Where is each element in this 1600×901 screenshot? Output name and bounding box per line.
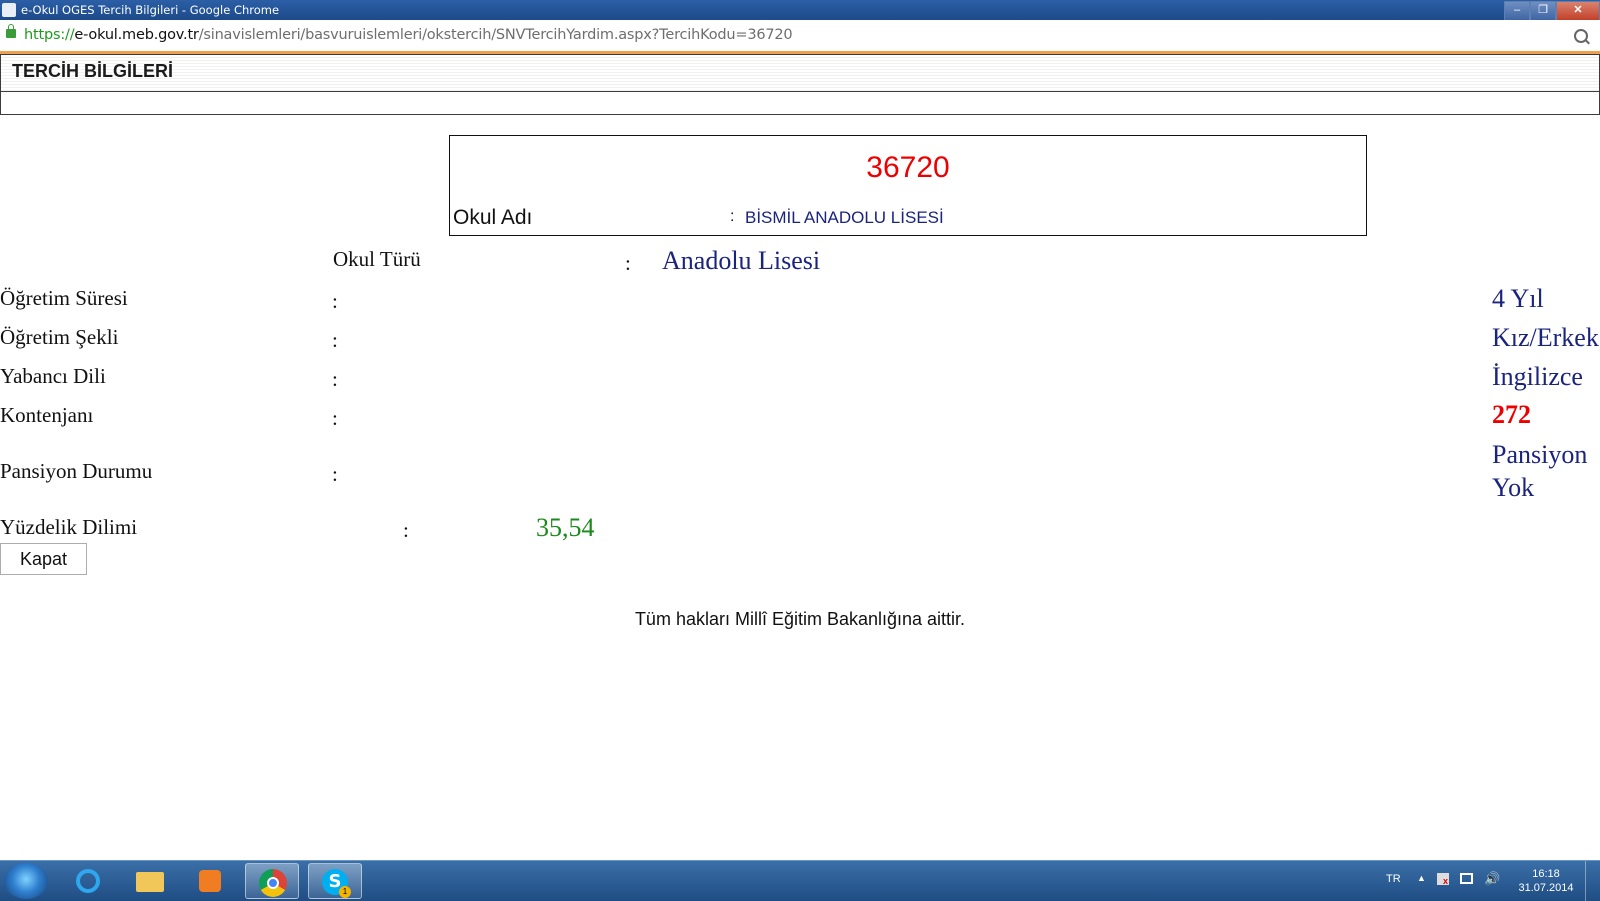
- clock-time: 16:18: [1532, 868, 1560, 880]
- copyright-footer: Tüm hakları Millî Eğitim Bakanlığına ait…: [634, 609, 966, 629]
- quota-label: Kontenjanı: [0, 403, 94, 427]
- page-header: TERCİH BİLGİLERİ: [0, 54, 1600, 92]
- preference-code: 36720: [866, 151, 950, 184]
- education-type-label: Öğretim Şekli: [0, 325, 119, 349]
- url-host: e-okul.meb.gov.tr: [74, 27, 199, 43]
- taskbar-explorer[interactable]: [123, 863, 177, 899]
- duration-label: Öğretim Süresi: [0, 286, 128, 310]
- boarding-value-line1: Pansiyon: [1492, 440, 1588, 469]
- taskbar: S 1 TR ▲ 🔊 16:18 31.07.2014: [0, 860, 1600, 901]
- maximize-button[interactable]: ❐: [1530, 1, 1556, 21]
- boarding-value-line2: Yok: [1492, 473, 1535, 502]
- boarding-colon: :: [332, 462, 338, 486]
- page-title: TERCİH BİLGİLERİ: [12, 61, 173, 81]
- lock-icon[interactable]: [6, 24, 16, 38]
- taskbar-skype[interactable]: S 1: [308, 863, 362, 899]
- network-icon[interactable]: [1460, 873, 1473, 884]
- percentile-colon: :: [403, 518, 409, 542]
- education-type-colon: :: [332, 328, 338, 352]
- foreign-language-colon: :: [332, 367, 338, 391]
- chrome-icon: [259, 869, 287, 897]
- url-scheme: https://: [24, 27, 75, 43]
- flag-icon[interactable]: [1437, 873, 1449, 886]
- media-player-icon: [199, 870, 221, 892]
- zoom-icon[interactable]: [1574, 29, 1588, 43]
- system-clock[interactable]: 16:18 31.07.2014: [1510, 867, 1582, 895]
- taskbar-ie[interactable]: [62, 863, 116, 899]
- windows-start-icon[interactable]: [4, 863, 48, 899]
- school-type-value: Anadolu Lisesi: [662, 246, 821, 275]
- skype-notification-badge: 1: [339, 886, 351, 898]
- window-controls: ‒ ❐ ✕: [1504, 0, 1600, 21]
- volume-icon[interactable]: 🔊: [1484, 871, 1500, 887]
- school-name-label: Okul Adı: [453, 206, 533, 229]
- internet-explorer-icon: [76, 869, 100, 893]
- boarding-label: Pansiyon Durumu: [0, 459, 153, 483]
- duration-value: 4 Yıl: [1492, 284, 1544, 313]
- education-type-value: Kız/Erkek: [1492, 323, 1599, 352]
- close-window-button[interactable]: ✕: [1556, 1, 1600, 21]
- show-desktop-button[interactable]: [1585, 861, 1600, 901]
- url-path: /sinavislemleri/basvuruislemleri/oksterc…: [198, 27, 793, 43]
- window-titlebar: e-Okul OGES Tercih Bilgileri - Google Ch…: [0, 0, 1600, 21]
- school-type-label: Okul Türü: [333, 247, 421, 271]
- language-indicator[interactable]: TR: [1386, 873, 1401, 885]
- taskbar-media-player[interactable]: [184, 863, 238, 899]
- window-title: e-Okul OGES Tercih Bilgileri - Google Ch…: [21, 3, 280, 17]
- foreign-language-label: Yabancı Dili: [0, 364, 106, 388]
- quota-value: 272: [1492, 400, 1531, 429]
- taskbar-chrome[interactable]: [245, 863, 299, 899]
- school-info-box: 36720 Okul Adı : BİSMİL ANADOLU LİSESİ: [449, 135, 1367, 236]
- duration-colon: :: [332, 289, 338, 313]
- percentile-label: Yüzdelik Dilimi: [0, 515, 138, 539]
- header-subbar: [0, 90, 1600, 115]
- quota-colon: :: [332, 406, 338, 430]
- foreign-language-value: İngilizce: [1492, 362, 1583, 391]
- clock-date: 31.07.2014: [1518, 882, 1574, 894]
- folder-icon: [136, 872, 164, 892]
- school-name-colon: :: [730, 208, 735, 225]
- percentile-value: 35,54: [536, 513, 595, 542]
- close-button[interactable]: Kapat: [0, 543, 87, 575]
- url-text[interactable]: https://e-okul.meb.gov.tr/sinavislemleri…: [24, 27, 793, 43]
- minimize-button[interactable]: ‒: [1504, 1, 1530, 21]
- school-type-colon: :: [625, 251, 631, 275]
- show-hidden-icons-button[interactable]: ▲: [1417, 873, 1426, 883]
- chrome-app-icon: [2, 3, 16, 17]
- address-bar[interactable]: https://e-okul.meb.gov.tr/sinavislemleri…: [0, 20, 1600, 52]
- school-name-value: BİSMİL ANADOLU LİSESİ: [745, 208, 944, 227]
